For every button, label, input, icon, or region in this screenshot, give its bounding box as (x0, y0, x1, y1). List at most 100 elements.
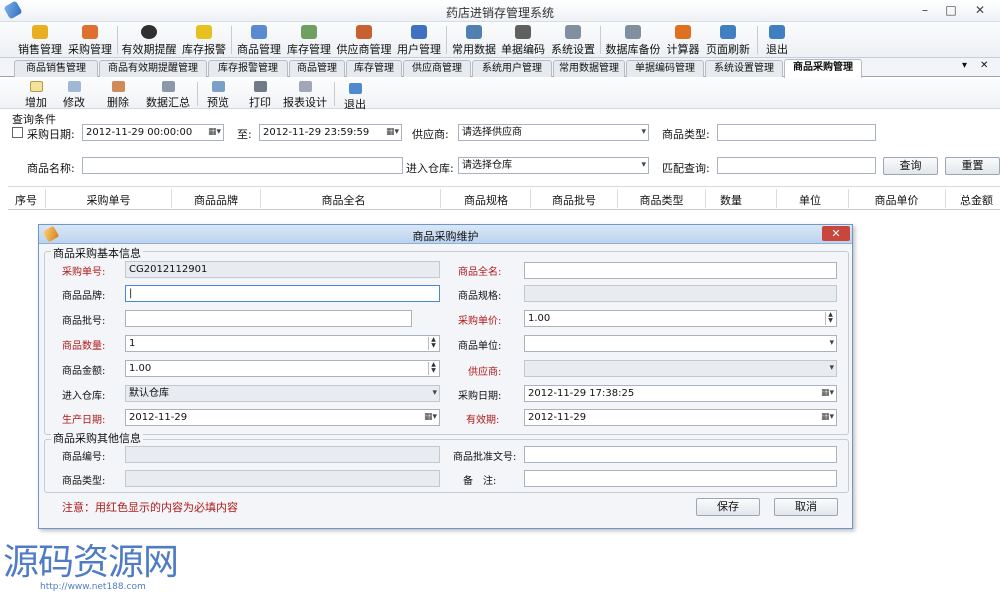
product-type-filter-input[interactable] (717, 124, 876, 141)
preview-button[interactable]: 预览 (204, 78, 232, 109)
grid-col-purchase-no[interactable]: 采购单号 (46, 192, 171, 208)
toolbar-product-button[interactable]: 商品管理 (235, 22, 283, 58)
unit-price-field[interactable]: 1.00 ▲ ▼ (524, 310, 837, 327)
maximize-button[interactable]: □ (940, 2, 962, 19)
report-design-button[interactable]: 报表设计 (282, 78, 328, 109)
spec-field[interactable] (524, 285, 837, 302)
app-title: 药店进销存管理系统 (445, 6, 554, 20)
approval-no-field[interactable] (524, 446, 837, 463)
product-type-field[interactable] (125, 470, 440, 487)
toolbar-backup-button[interactable]: 数据库备份 (604, 22, 662, 58)
toolbar-expiry-button[interactable]: 有效期提醒 (120, 22, 178, 58)
toolbar-settings-button[interactable]: 系统设置 (549, 22, 597, 58)
calendar-dropdown-icon[interactable]: ▦▾ (821, 410, 834, 425)
match-query-input[interactable] (717, 157, 876, 174)
tab-sales[interactable]: 商品销售管理 (14, 60, 98, 77)
tab-product[interactable]: 商品管理 (289, 60, 345, 77)
grid-col-brand[interactable]: 商品品牌 (172, 192, 260, 208)
sub-exit-button[interactable]: 退出 (341, 80, 369, 111)
grid-col-type[interactable]: 商品类型 (618, 192, 705, 208)
purchase-date-picker[interactable]: 2012-11-29 17:38:25 ▦▾ (524, 385, 837, 402)
toolbar-stock-alarm-button[interactable]: 库存报警 (180, 22, 228, 58)
print-button[interactable]: 打印 (246, 78, 274, 109)
tab-inventory[interactable]: 库存管理 (346, 60, 402, 77)
grid-col-unit-price[interactable]: 商品单价 (849, 192, 944, 208)
delete-button[interactable]: 删除 (104, 78, 132, 109)
grid-col-unit[interactable]: 单位 (777, 192, 843, 208)
remark-field[interactable] (524, 470, 837, 487)
tab-system-user[interactable]: 系统用户管理 (472, 60, 552, 77)
tab-common-data[interactable]: 常用数据管理 (553, 60, 625, 77)
cancel-button[interactable]: 取消 (774, 498, 838, 516)
supplier-select[interactable]: ▾ (524, 360, 837, 377)
tab-system-settings[interactable]: 系统设置管理 (705, 60, 783, 77)
date-to-picker[interactable]: 2012-11-29 23:59:59 ▦▾ (259, 124, 402, 141)
purchase-date-checkbox[interactable] (12, 127, 23, 138)
edit-button[interactable]: 修改 (60, 78, 88, 109)
stepper-icon[interactable]: ▲ ▼ (428, 362, 438, 375)
toolbar-common-data-button[interactable]: 常用数据 (450, 22, 498, 58)
dialog-close-button[interactable]: ✕ (822, 226, 850, 241)
tab-doc-code[interactable]: 单据编码管理 (626, 60, 704, 77)
toolbar-calculator-button[interactable]: 计算器 (664, 22, 702, 58)
close-button[interactable]: ✕ (966, 2, 994, 19)
tab-stock-alarm[interactable]: 库存报警管理 (208, 60, 288, 77)
minimize-button[interactable]: – (914, 2, 936, 19)
brand-field[interactable]: | (125, 285, 440, 302)
amount-field[interactable]: 1.00 ▲ ▼ (125, 360, 440, 377)
tab-close-icon[interactable]: ✕ (980, 60, 988, 71)
tab-supplier[interactable]: 供应商管理 (403, 60, 471, 77)
unit-select[interactable]: ▾ (524, 335, 837, 352)
full-name-field[interactable] (524, 262, 837, 279)
summary-button[interactable]: 数据汇总 (144, 78, 192, 109)
purchase-no-field[interactable]: CG2012112901 (125, 261, 440, 278)
calendar-dropdown-icon[interactable]: ▦▾ (821, 386, 834, 401)
product-code-field[interactable] (125, 446, 440, 463)
date-from-picker[interactable]: 2012-11-29 00:00:00 ▦▾ (82, 124, 224, 141)
toolbar-doc-code-button[interactable]: 单据编码 (499, 22, 547, 58)
money-bag-icon (32, 25, 48, 39)
database-icon (466, 25, 482, 39)
reset-button[interactable]: 重置 (945, 157, 1000, 175)
stepper-icon[interactable]: ▲ ▼ (825, 312, 835, 325)
calendar-dropdown-icon[interactable]: ▦▾ (424, 410, 437, 425)
toolbar-inventory-button[interactable]: 库存管理 (285, 22, 333, 58)
full-name-label: 商品全名: (458, 267, 502, 278)
toolbar-purchase-button[interactable]: 采购管理 (66, 22, 114, 58)
search-button[interactable]: 查询 (883, 157, 938, 175)
tab-expiry[interactable]: 商品有效期提醒管理 (99, 60, 207, 77)
toolbar-sales-button[interactable]: 销售管理 (15, 22, 65, 58)
dialog-title: 商品采购维护 (412, 230, 479, 243)
grid-col-index[interactable]: 序号 (8, 192, 44, 208)
preview-icon (211, 81, 225, 92)
add-button[interactable]: 增加 (22, 78, 50, 109)
grid-col-full-name[interactable]: 商品全名 (261, 192, 426, 208)
product-name-filter-input[interactable] (82, 157, 403, 174)
watermark-url: http://www.net188.com (40, 582, 146, 592)
expiry-date-picker[interactable]: 2012-11-29 ▦▾ (524, 409, 837, 426)
exit-icon (348, 83, 362, 94)
tab-purchase[interactable]: 商品采购管理 (784, 59, 862, 78)
calendar-dropdown-icon[interactable]: ▦▾ (208, 125, 221, 140)
toolbar-user-button[interactable]: 用户管理 (395, 22, 443, 58)
batch-field[interactable] (125, 310, 412, 327)
toolbar-supplier-button[interactable]: 供应商管理 (335, 22, 393, 58)
save-button[interactable]: 保存 (696, 498, 760, 516)
amount-label: 商品金额: (62, 366, 106, 377)
grid-col-spec[interactable]: 商品规格 (441, 192, 531, 208)
calendar-dropdown-icon[interactable]: ▦▾ (386, 125, 399, 140)
stepper-icon[interactable]: ▲ ▼ (428, 337, 438, 350)
grid-col-qty[interactable]: 数量 (706, 192, 756, 208)
warehouse-filter-select[interactable]: 请选择仓库 ▾ (458, 157, 649, 174)
supplier-filter-select[interactable]: 请选择供应商 ▾ (458, 124, 649, 141)
toolbar-refresh-button[interactable]: 页面刷新 (704, 22, 752, 58)
grid-col-batch[interactable]: 商品批号 (531, 192, 617, 208)
quantity-field[interactable]: 1 ▲ ▼ (125, 335, 440, 352)
edit-icon (67, 81, 81, 92)
grid-col-total[interactable]: 总金额 (960, 192, 1000, 208)
toolbar-exit-button[interactable]: 退出 (762, 22, 792, 58)
warehouse-select[interactable]: 默认仓库 ▾ (125, 385, 440, 402)
tab-list-dropdown-icon[interactable]: ▾ (962, 60, 967, 71)
production-date-picker[interactable]: 2012-11-29 ▦▾ (125, 409, 440, 426)
supplier-icon (356, 25, 372, 39)
